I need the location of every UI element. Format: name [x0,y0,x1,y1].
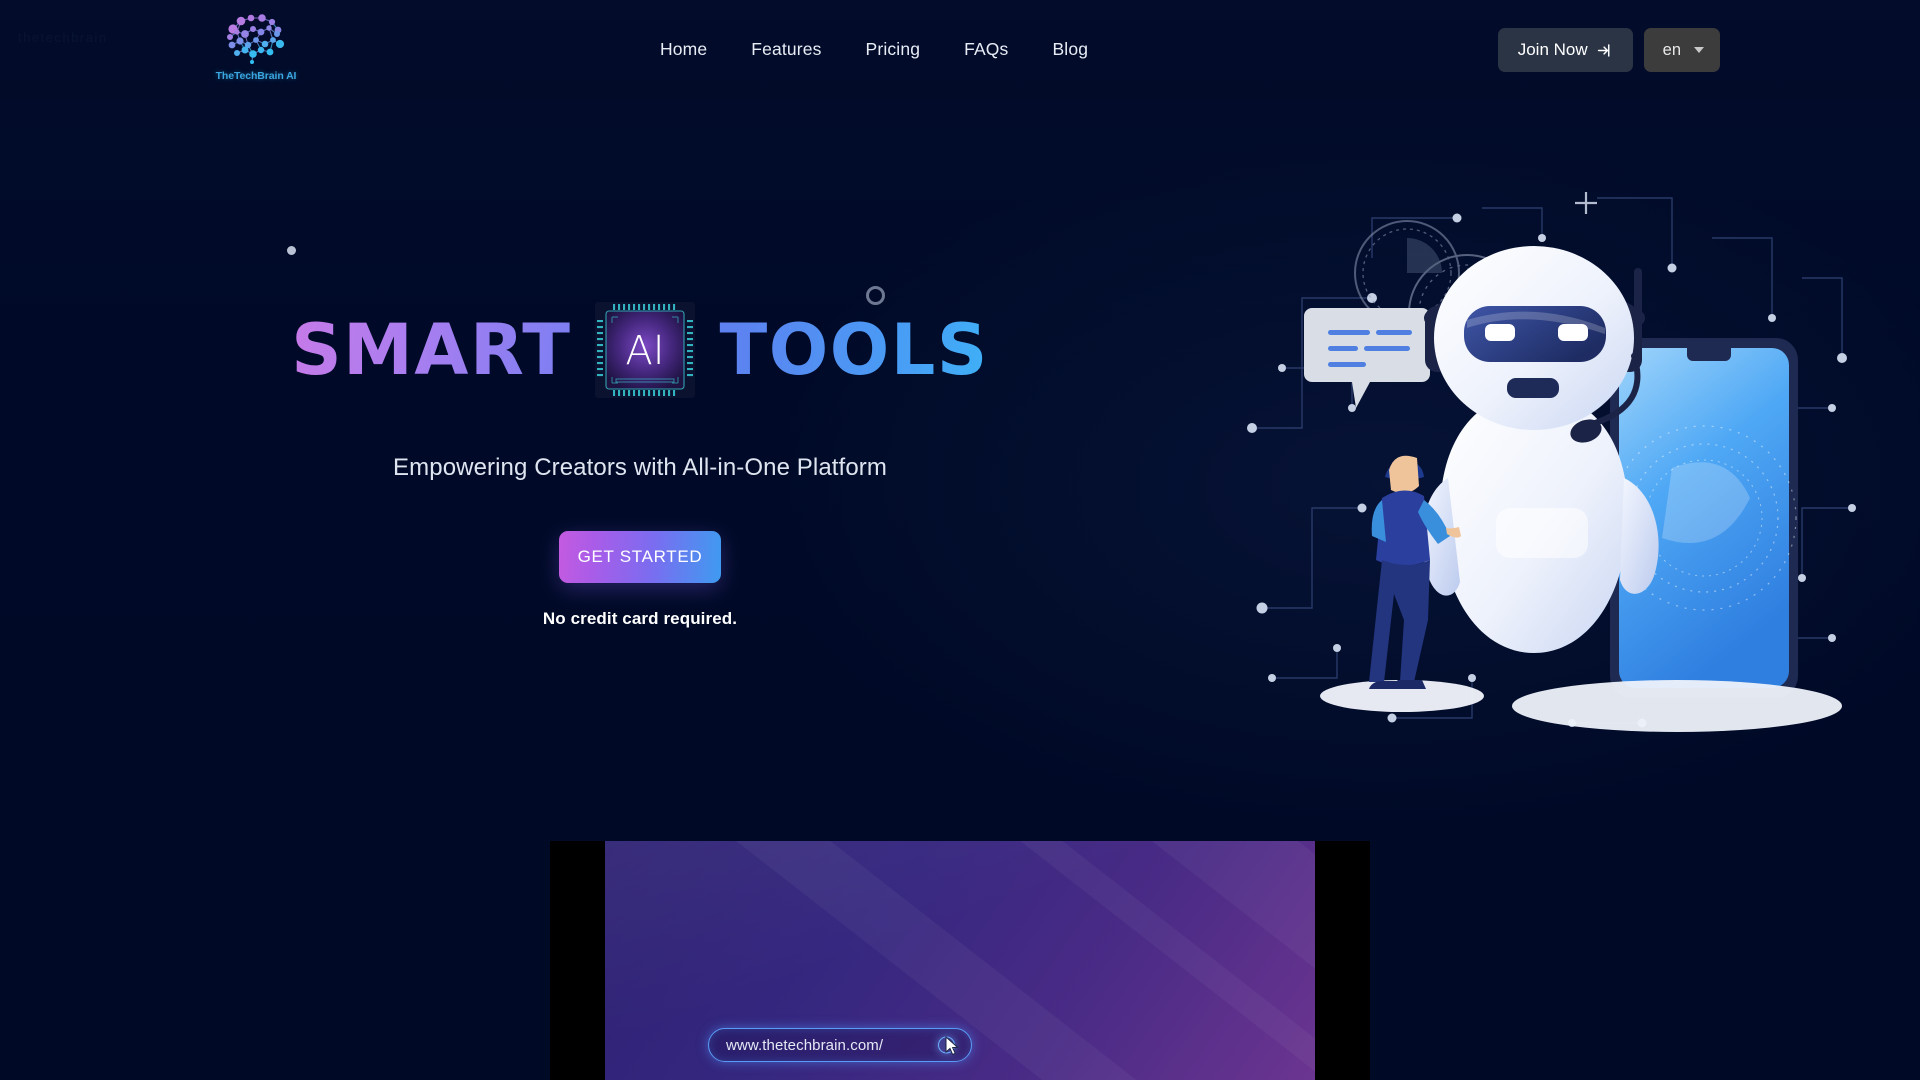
language-value: en [1662,40,1681,59]
headline-word-smart: SMART [291,309,572,391]
hero-content: SMART AI TOOLS Empowering Creators with … [0,98,1280,798]
hero-subheadline: Empowering Creators with All-in-One Plat… [393,454,887,481]
join-now-button[interactable]: Join Now [1497,28,1633,72]
hero-illustration [1242,178,1862,738]
chip-ai-label: AI [626,328,665,374]
chat-bubble-icon [1304,308,1430,408]
mouse-pointer-icon [945,1036,959,1056]
brand-name: TheTechBrain AI [215,70,297,82]
header-actions: Join Now en [1497,28,1720,72]
site-header: thetechbrain TheTechBrain AI Home Featur… [0,0,1920,98]
brand-logo[interactable]: TheTechBrain AI [213,7,299,91]
nav-item-faqs[interactable]: FAQs [964,29,1008,70]
get-started-button[interactable]: GET STARTED [559,531,721,583]
headline-word-tools: TOOLS [719,309,989,391]
video-url-text: www.thetechbrain.com/ [726,1036,884,1054]
language-selector[interactable]: en [1643,28,1720,72]
page-watermark: thetechbrain [18,30,108,45]
promo-video-player[interactable]: www.thetechbrain.com/ [550,841,1370,1080]
ai-chatbot-robot-illustration [1247,192,1856,732]
login-arrow-icon [1597,43,1610,57]
chevron-down-icon [1694,47,1704,53]
hero-headline: SMART AI TOOLS [291,298,989,402]
ai-chip-graphic: AI [593,300,697,400]
main-navigation: Home Features Pricing FAQs Blog [660,0,1088,98]
nav-item-blog[interactable]: Blog [1052,29,1088,70]
join-now-label: Join Now [1517,40,1588,59]
microchip-icon: AI [595,302,696,398]
no-credit-card-note: No credit card required. [542,609,738,628]
video-url-bar[interactable]: www.thetechbrain.com/ [708,1028,972,1062]
landing-page: thetechbrain TheTechBrain AI Home Featur… [0,0,1920,1080]
nav-item-home[interactable]: Home [660,29,707,70]
hero-section: SMART AI TOOLS Empowering Creators with … [0,98,1920,838]
nav-item-features[interactable]: Features [751,29,821,70]
video-frame: www.thetechbrain.com/ [605,841,1315,1080]
brain-network-icon [227,14,285,64]
video-section: www.thetechbrain.com/ [0,838,1920,1080]
nav-item-pricing[interactable]: Pricing [866,29,921,70]
